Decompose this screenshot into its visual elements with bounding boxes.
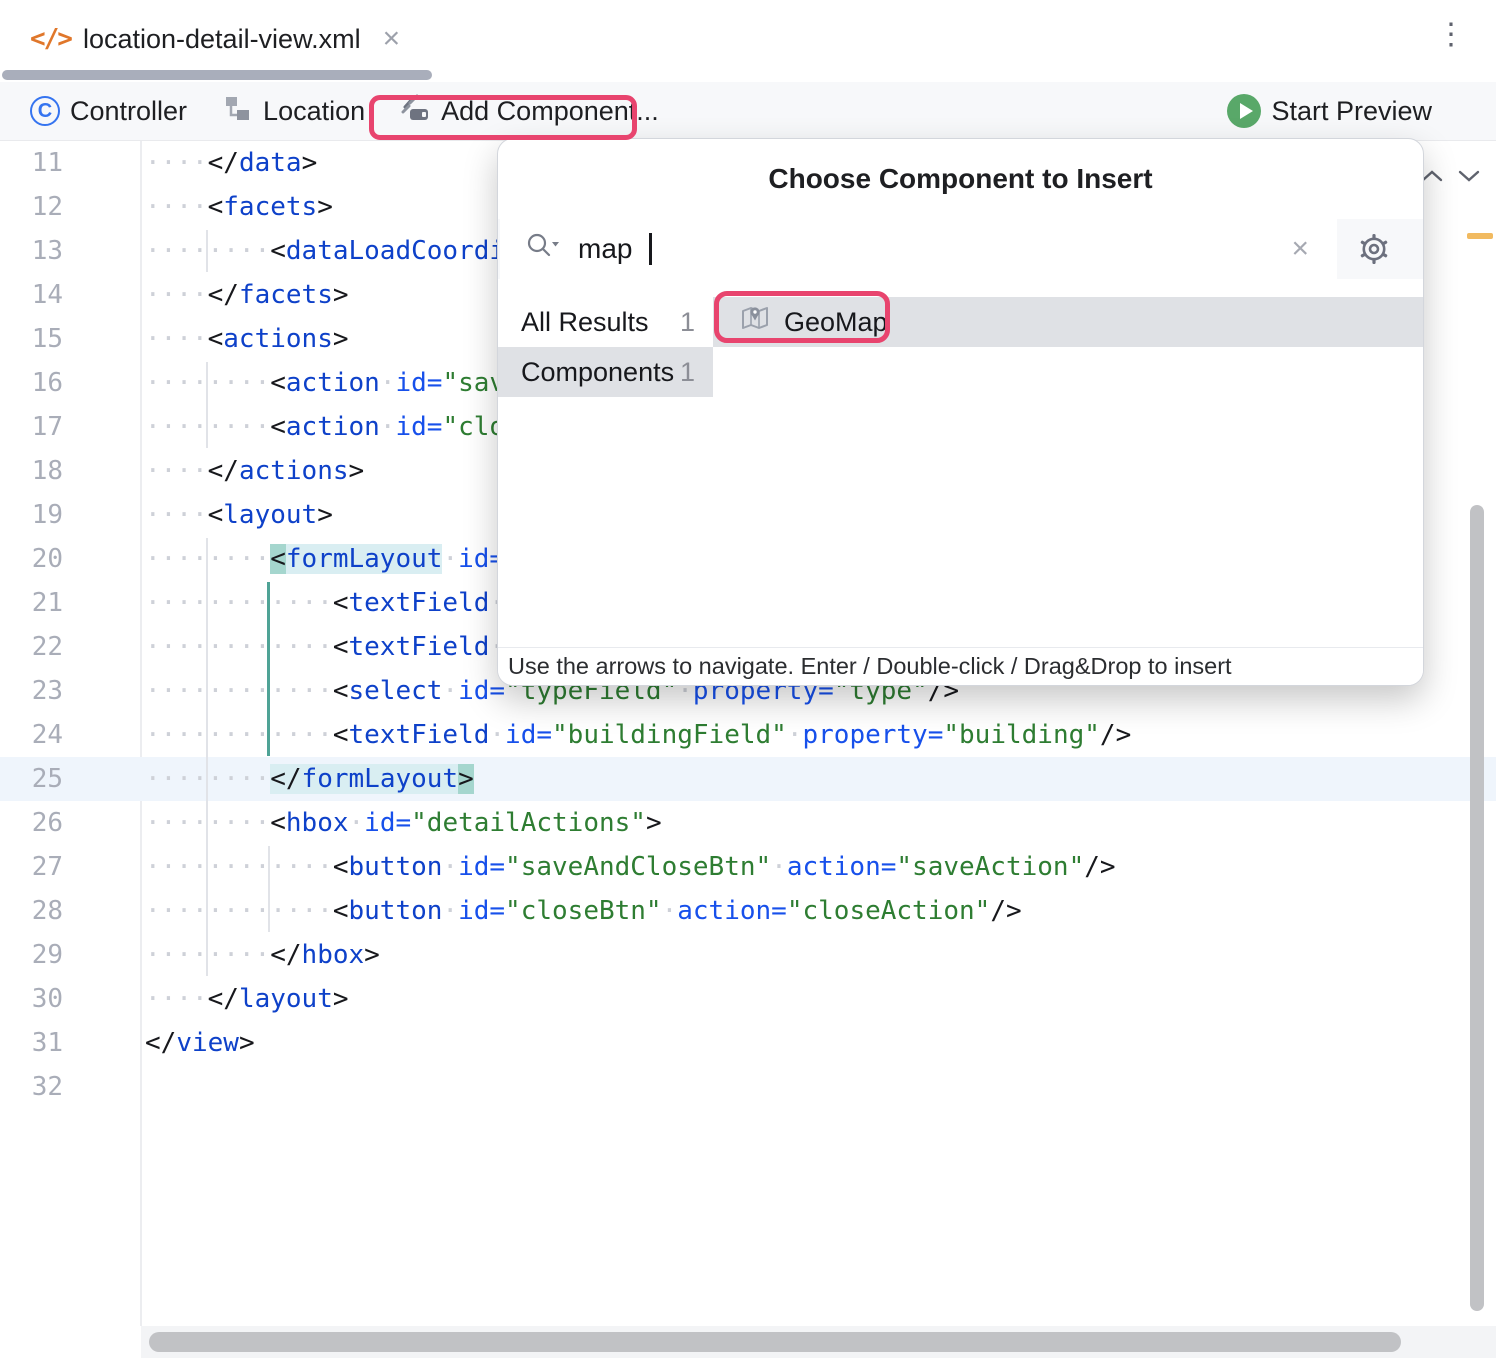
close-icon[interactable]: × — [383, 24, 401, 54]
code-text: ····</facets> — [145, 273, 349, 317]
code-text: </view> — [145, 1021, 255, 1065]
code-line-32[interactable]: 32 — [0, 1065, 1496, 1109]
code-text: ········<formLayout·id=" — [145, 537, 521, 581]
code-text: ········<dataLoadCoordi — [145, 229, 505, 273]
line-number: 11 — [0, 148, 63, 178]
tab-location-detail-view[interactable]: </> location-detail-view.xml × — [30, 0, 400, 78]
line-number: 18 — [0, 456, 63, 486]
code-text: ············<button·id="saveAndCloseBtn"… — [145, 845, 1116, 889]
popup-tab-components[interactable]: Components 1 — [498, 347, 713, 397]
active-indent-guide — [267, 582, 270, 756]
popup-title: Choose Component to Insert — [498, 139, 1423, 219]
vertical-scrollbar[interactable] — [1470, 505, 1484, 1311]
search-input[interactable]: map × — [500, 219, 1337, 279]
search-value: map — [578, 233, 632, 265]
code-line-29[interactable]: 29 ········</hbox> — [0, 933, 1496, 977]
line-number: 17 — [0, 412, 63, 442]
line-number: 22 — [0, 632, 63, 662]
code-text: ············<textField·id="buildingField… — [145, 713, 1131, 757]
chevron-down-icon[interactable] — [1457, 168, 1481, 189]
line-number: 16 — [0, 368, 63, 398]
code-text: ····<actions> — [145, 317, 349, 361]
search-icon — [526, 231, 562, 268]
kebab-menu-icon[interactable]: ⋮ — [1436, 20, 1466, 50]
line-number: 29 — [0, 940, 63, 970]
popup-footer-hint: Use the arrows to navigate. Enter / Doub… — [498, 647, 1423, 685]
error-stripe-mark[interactable] — [1467, 233, 1493, 239]
line-number: 13 — [0, 236, 63, 266]
code-text: ····</actions> — [145, 449, 364, 493]
code-line-28[interactable]: 28 ············<button·id="closeBtn"·acti… — [0, 889, 1496, 933]
line-number: 25 — [0, 764, 63, 794]
indent-guide — [268, 846, 270, 932]
line-number: 31 — [0, 1028, 63, 1058]
code-line-30[interactable]: 30 ····</layout> — [0, 977, 1496, 1021]
xml-file-icon: </> — [30, 24, 71, 54]
controller-icon: C — [30, 96, 60, 126]
line-number: 32 — [0, 1072, 63, 1102]
line-number: 21 — [0, 588, 63, 618]
location-label: Location — [263, 96, 365, 127]
indent-guide — [206, 538, 208, 976]
horizontal-scrollbar-track — [141, 1326, 1496, 1358]
popup-search-bar: map × — [498, 219, 1423, 279]
text-caret — [649, 233, 652, 265]
active-tab-underline — [2, 70, 432, 80]
tab-count: 1 — [680, 357, 695, 388]
line-number: 27 — [0, 852, 63, 882]
line-number: 19 — [0, 500, 63, 530]
line-number: 30 — [0, 984, 63, 1014]
code-text: ········</formLayout> — [145, 757, 474, 801]
play-icon — [1227, 94, 1261, 128]
start-preview-label: Start Preview — [1271, 96, 1432, 127]
ide-window: </> location-detail-view.xml × ⋮ C Contr… — [0, 0, 1496, 1358]
indent-guide — [206, 362, 208, 448]
tab-count: 1 — [680, 307, 695, 338]
code-line-26[interactable]: 26 ········<hbox·id="detailActions"> — [0, 801, 1496, 845]
line-number: 28 — [0, 896, 63, 926]
code-text: ········<hbox·id="detailActions"> — [145, 801, 662, 845]
code-text: ········</hbox> — [145, 933, 380, 977]
tab-label: Components — [521, 357, 674, 388]
line-number: 24 — [0, 720, 63, 750]
clear-search-icon[interactable]: × — [1291, 219, 1309, 279]
choose-component-popup: Choose Component to Insert map × — [497, 138, 1424, 686]
code-line-27[interactable]: 27 ············<button·id="saveAndCloseBt… — [0, 845, 1496, 889]
location-button[interactable]: Location — [223, 93, 365, 130]
indent-guide — [206, 230, 208, 272]
annotation-box-geomap — [714, 291, 890, 343]
editor-toolbar: C Controller Location — [0, 82, 1496, 141]
popup-results: All Results 1 Components 1 GeoMap — [498, 279, 1423, 649]
annotation-box-add-component — [369, 95, 637, 140]
line-number: 23 — [0, 676, 63, 706]
code-text: ····<facets> — [145, 185, 333, 229]
code-line-31[interactable]: 31 </view> — [0, 1021, 1496, 1065]
controller-label: Controller — [70, 96, 187, 127]
code-line-24[interactable]: 24 ············<textField·id="buildingFie… — [0, 713, 1496, 757]
tab-label: All Results — [521, 307, 649, 338]
code-text: ····</layout> — [145, 977, 349, 1021]
code-text: ····<layout> — [145, 493, 333, 537]
code-text: ········<action·id="clo — [145, 405, 505, 449]
tab-title: location-detail-view.xml — [83, 24, 361, 55]
line-number: 15 — [0, 324, 63, 354]
code-line-25[interactable]: 25 ········</formLayout> — [0, 757, 1496, 801]
horizontal-scrollbar[interactable] — [149, 1332, 1401, 1352]
controller-button[interactable]: C Controller — [30, 96, 187, 127]
code-text: ············<button·id="closeBtn"·action… — [145, 889, 1022, 933]
line-number: 14 — [0, 280, 63, 310]
code-text: ············<textField· — [145, 581, 505, 625]
code-text: ····</data> — [145, 141, 317, 185]
gear-icon[interactable] — [1357, 232, 1391, 271]
line-number: 26 — [0, 808, 63, 838]
location-hierarchy-icon — [223, 93, 253, 130]
code-text: ········<action·id="sav — [145, 361, 505, 405]
editor-tab-bar: </> location-detail-view.xml × ⋮ — [0, 0, 1496, 82]
popup-tab-all-results[interactable]: All Results 1 — [498, 297, 713, 347]
line-number: 20 — [0, 544, 63, 574]
start-preview-button[interactable]: Start Preview — [1227, 82, 1432, 140]
line-number: 12 — [0, 192, 63, 222]
code-text: ············<textField· — [145, 625, 505, 669]
